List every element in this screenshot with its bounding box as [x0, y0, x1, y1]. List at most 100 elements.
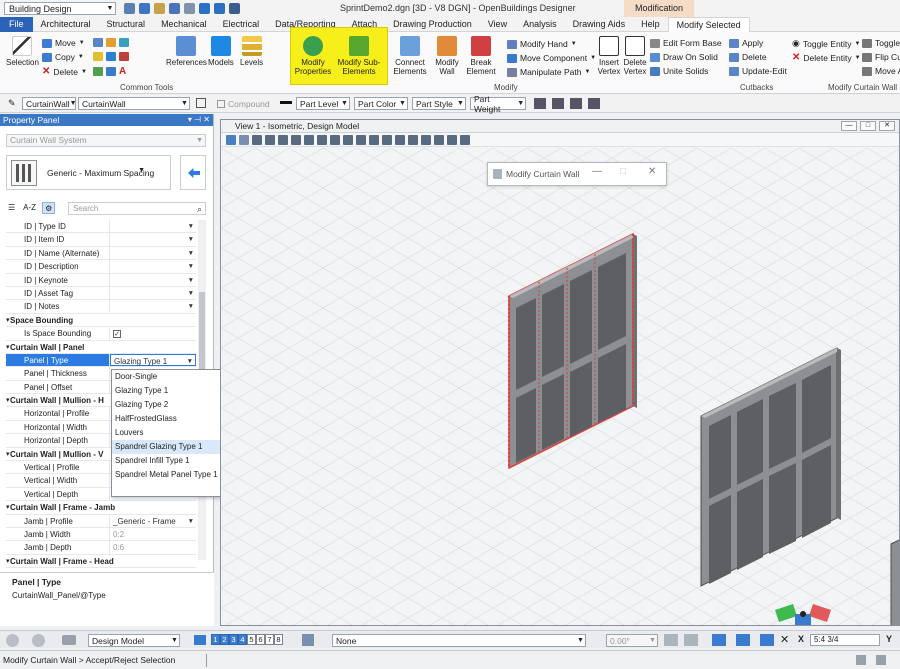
lock-a-icon[interactable] [552, 98, 564, 109]
place-tools[interactable]: A [93, 66, 126, 77]
panel-controls[interactable]: ▾ ⊣ ✕ [188, 114, 210, 126]
accudraw-icon[interactable] [712, 634, 726, 646]
dropdown-option[interactable]: Spandrel Infill Type 1 [112, 454, 222, 468]
dropdown-option[interactable]: Louvers [112, 426, 222, 440]
break-element-button[interactable]: Break Element [464, 36, 498, 76]
new-file-icon[interactable] [139, 3, 150, 14]
insert-vertex-button[interactable]: Insert Vertex [596, 36, 622, 76]
curtain-panel[interactable] [769, 383, 796, 469]
type-select[interactable]: Generic - Maximum Spacing ▼ [6, 155, 171, 190]
clip-volume-icon[interactable] [369, 134, 379, 145]
filter-icon[interactable]: ⚙ [42, 202, 56, 214]
part-combo[interactable]: CurtainWall ▼ [78, 97, 190, 110]
lock-icon[interactable] [684, 634, 698, 646]
dropdown-option[interactable]: Glazing Type 1 [112, 384, 222, 398]
manipulate-path-button[interactable]: Manipulate Path ▼ [507, 67, 590, 77]
tab-structural[interactable]: Structural [99, 17, 154, 32]
curtain-panel[interactable] [709, 415, 731, 499]
x-coordinate-input[interactable]: 5:4 3/4 [810, 634, 880, 646]
update-edit-button[interactable]: Update-Edit [729, 66, 787, 76]
curtain-panel[interactable] [802, 445, 831, 538]
view-toggle-5[interactable]: 5 [247, 634, 256, 645]
curtain-panel[interactable] [542, 284, 564, 377]
delete-vertex-button[interactable]: Delete Vertex [622, 36, 648, 76]
edit-form-base-button[interactable]: Edit Form Base [650, 38, 722, 48]
checkbox-checked-icon[interactable]: ✓ [113, 330, 121, 339]
curtain-panel[interactable] [516, 298, 536, 390]
modify-wall-button[interactable]: Modify Wall [432, 36, 462, 76]
move-a-button[interactable]: Move A [862, 66, 900, 76]
property-row[interactable]: ID | Asset Tag ▼ [6, 286, 196, 301]
tab-modify-selected[interactable]: Modify Selected [667, 16, 750, 32]
snap-icon[interactable] [664, 634, 678, 646]
window-area-icon[interactable] [291, 134, 301, 145]
dropper-icon[interactable]: ✎ [8, 98, 16, 109]
property-row[interactable]: ID | Name (Alternate) ▼ [6, 246, 196, 261]
view-previous-icon[interactable] [343, 134, 353, 145]
curtain-panel[interactable] [542, 374, 564, 450]
minimize-icon[interactable]: — [841, 121, 857, 131]
view-toggle-6[interactable]: 6 [256, 634, 265, 645]
property-row[interactable]: ID | Keynote ▼ [6, 273, 196, 287]
lock-b-icon[interactable] [570, 98, 582, 109]
dropdown-option[interactable]: Glazing Type 2 [112, 398, 222, 412]
property-value[interactable]: ▼ [110, 220, 196, 232]
move-button[interactable]: Move ▼ [42, 38, 85, 48]
sort-az-button[interactable]: A-Z [21, 202, 38, 214]
property-row-panel-type[interactable]: Panel | Type Glazing Type 1 ▼ [6, 353, 196, 368]
curtain-panel[interactable] [802, 365, 831, 453]
curtain-wall-partial[interactable] [890, 539, 900, 626]
close-icon[interactable]: ✕ [780, 633, 789, 646]
grid-icon[interactable] [736, 634, 750, 646]
property-value[interactable]: ✓ [110, 327, 196, 339]
property-value[interactable]: ▼ [110, 300, 196, 312]
filter-view-icon[interactable] [447, 134, 457, 145]
tab-architectural[interactable]: Architectural [33, 17, 99, 32]
draw-tools[interactable] [93, 52, 129, 61]
curtain-panel[interactable] [709, 495, 731, 584]
search-input[interactable]: Search ⌕ [68, 202, 206, 215]
property-row[interactable]: Jamb | Depth 0:6 [6, 541, 196, 555]
back-icon[interactable] [6, 634, 19, 647]
panel-type-select[interactable]: Glazing Type 1 ▼ [110, 353, 196, 367]
selection-button[interactable]: Selection [6, 36, 39, 67]
delete-entity-button[interactable]: ✕ Delete Entity ▼ [792, 52, 861, 63]
view-toggle-7[interactable]: 7 [265, 634, 274, 645]
save-icon[interactable] [169, 3, 180, 14]
toggle-h-button[interactable]: Toggle H [862, 38, 900, 48]
property-row[interactable]: Jamb | Profile _Generic - Frame ▼ [6, 514, 196, 528]
lock-c-icon[interactable] [588, 98, 600, 109]
tab-file[interactable]: File [0, 16, 33, 32]
property-row[interactable]: ID | Type ID ▼ [6, 220, 196, 234]
user-icon[interactable] [124, 3, 135, 14]
modify-hand-button[interactable]: Modify Hand ▼ [507, 39, 577, 49]
part-color-combo[interactable]: Part Color ▼ [354, 97, 408, 110]
toggle-entity-button[interactable]: ◉ Toggle Entity ▼ [792, 38, 860, 49]
fit-view-icon[interactable] [304, 134, 314, 145]
dropdown-icon[interactable] [229, 3, 240, 14]
tab-drawing-aids[interactable]: Drawing Aids [565, 17, 634, 32]
family-combo[interactable]: CurtainWall ▼ [22, 97, 77, 110]
curtain-panel[interactable] [570, 361, 592, 437]
property-value[interactable]: 0:2 [110, 528, 196, 540]
property-value[interactable]: 0:6 [110, 541, 196, 553]
tab-view[interactable]: View [480, 17, 515, 32]
redo-icon[interactable] [214, 3, 225, 14]
part-level-combo[interactable]: Part Level ▼ [296, 97, 350, 110]
level-select[interactable]: None ▼ [332, 634, 586, 647]
property-row[interactable]: ID | Notes ▼ [6, 300, 196, 314]
property-value[interactable]: ▼ [110, 247, 196, 259]
models-button[interactable]: Models [208, 36, 234, 67]
zoom-in-icon[interactable] [265, 134, 275, 145]
lock-status-icon[interactable] [876, 655, 886, 665]
compound-toggle[interactable]: Compound [214, 97, 272, 110]
property-row[interactable]: Is Space Bounding ✓ [6, 327, 196, 341]
property-value[interactable]: ▼ [110, 287, 196, 299]
class-select[interactable]: Curtain Wall System ▼ [6, 134, 206, 147]
message-icon[interactable] [856, 655, 866, 665]
cutback-apply-button[interactable]: Apply [729, 38, 763, 48]
view-toggle-3[interactable]: 3 [229, 634, 238, 645]
snap-mode-icon[interactable] [760, 634, 774, 646]
view-toggle-4[interactable]: 4 [238, 634, 247, 645]
close-icon[interactable]: ✕ [879, 121, 895, 131]
